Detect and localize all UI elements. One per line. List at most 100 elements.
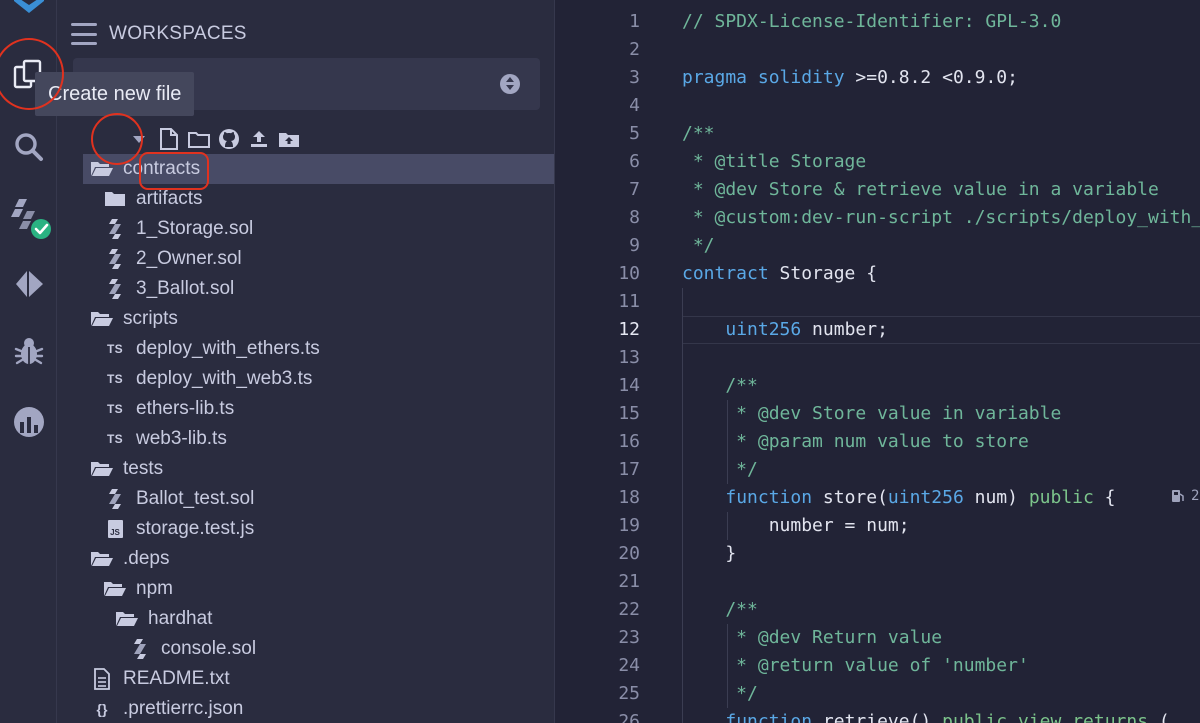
tree-item[interactable]: hardhat [57,604,555,634]
code-token: uint256 [725,319,802,340]
tree-item[interactable]: TS deploy_with_ethers.ts [57,334,555,364]
code-token: solidity [757,67,845,88]
debugger-icon[interactable] [0,326,57,376]
typescript-file-icon: TS [107,372,123,386]
code-line: function store(uint256 num) public { [682,484,1116,512]
code-line: * @param num value to store [682,428,1029,456]
code-token: uint256 [887,487,964,508]
code-line: /** [682,596,758,624]
tree-item[interactable]: scripts [57,304,555,334]
tree-item[interactable]: .deps [57,544,555,574]
line-number: 7 [629,179,640,200]
github-icon[interactable] [217,125,241,153]
tree-item-label: web3-lib.ts [136,428,227,449]
code-token: pragma [682,67,748,88]
tree-item[interactable]: README.txt [57,664,555,694]
code-line: number = num; [682,512,910,540]
tree-item-label: 1_Storage.sol [136,218,254,239]
code-token: function [725,487,813,508]
code-token: returns [1072,711,1149,723]
new-folder-icon[interactable] [187,125,211,153]
tree-item[interactable]: {} .prettierrc.json [57,694,555,723]
tree-item[interactable]: TS web3-lib.ts [57,424,555,454]
create-new-file-tooltip: Create new file [35,72,195,116]
code-token: */ [682,235,715,256]
code-editor[interactable]: 1 2 3 4 5 6 7 8 9 10 11 12 13 14 15 16 17 18 19 20 21 22 23 24 2… [556,0,1200,723]
line-number: 12 [618,319,640,340]
tree-item[interactable]: TS deploy_with_web3.ts [57,364,555,394]
tree-item[interactable]: JS storage.test.js [57,514,555,544]
gas-estimate: 2 [1170,488,1199,504]
remix-logo-icon[interactable] [0,0,57,22]
code-token: * @dev Return value [682,627,943,648]
code-token: * @dev Store & retrieve value in a varia… [682,179,1159,200]
folder-open-icon [89,158,115,180]
line-number: 4 [629,95,640,116]
code-token: function [725,711,813,723]
folder-icon [102,188,128,210]
tree-item[interactable]: contracts [83,154,554,184]
code-token: view [1017,711,1062,723]
code-line: * @title Storage [682,148,866,176]
code-token: >=0.8.2 <0.9.0; [844,67,1018,88]
tree-item-label: tests [123,458,164,479]
code-line: uint256 number; [682,316,888,344]
code-line: * @dev Store & retrieve value in a varia… [682,176,1159,204]
plugin-analytics-icon[interactable] [0,397,57,447]
upload-file-icon[interactable] [247,125,271,153]
folder-open-icon [89,548,115,570]
line-number: 3 [629,67,640,88]
tree-item-label: hardhat [148,608,213,629]
new-file-icon[interactable] [157,125,181,153]
code-token: { [1093,487,1116,508]
tree-item[interactable]: artifacts [57,184,555,214]
gas-estimate-value: 2 [1191,488,1200,504]
line-number: 13 [618,347,640,368]
collapse-caret-icon[interactable] [133,135,145,143]
code-token: } [682,543,737,564]
tree-item[interactable]: npm [57,574,555,604]
tree-item[interactable]: tests [57,454,555,484]
line-number: 21 [618,571,640,592]
tree-item-label: contracts [123,158,201,179]
code-token: /** [682,123,715,144]
tree-item[interactable]: TS ethers-lib.ts [57,394,555,424]
tree-item[interactable]: console.sol [57,634,555,664]
code-line: function retrieve() public view returns … [682,708,1169,723]
line-number: 9 [629,235,640,256]
line-number: 23 [618,627,640,648]
folder-open-icon [89,458,115,480]
solidity-file-icon [102,248,128,270]
code-token: contract [682,263,769,284]
hamburger-menu-icon[interactable] [71,23,97,45]
solidity-file-icon [102,278,128,300]
tree-item-label: .prettierrc.json [123,698,244,719]
tree-item[interactable]: 1_Storage.sol [57,214,555,244]
line-number: 18 [618,487,640,508]
code-token: num) [963,487,1029,508]
search-icon[interactable] [0,122,57,172]
tree-item[interactable]: 2_Owner.sol [57,244,555,274]
tree-item-label: README.txt [123,668,230,689]
code-line: } [682,540,736,568]
solidity-file-icon [127,638,153,660]
folder-open-icon [114,608,140,630]
workspaces-title: WORKSPACES [109,23,247,44]
typescript-file-icon: TS [107,342,123,356]
solidity-file-icon [102,218,128,240]
code-token: */ [682,683,758,704]
code-line: */ [682,680,758,708]
tree-item[interactable]: 3_Ballot.sol [57,274,555,304]
deploy-run-icon[interactable] [0,259,57,309]
code-line: */ [682,232,715,260]
solidity-compiler-icon[interactable] [0,192,57,242]
tree-item-label: storage.test.js [136,518,255,539]
code-line: * @dev Store value in variable [682,400,1061,428]
upload-folder-icon[interactable] [277,125,301,153]
workspaces-header: WORKSPACES [71,18,247,50]
line-number: 11 [618,291,640,312]
tree-item[interactable]: Ballot_test.sol [57,484,555,514]
